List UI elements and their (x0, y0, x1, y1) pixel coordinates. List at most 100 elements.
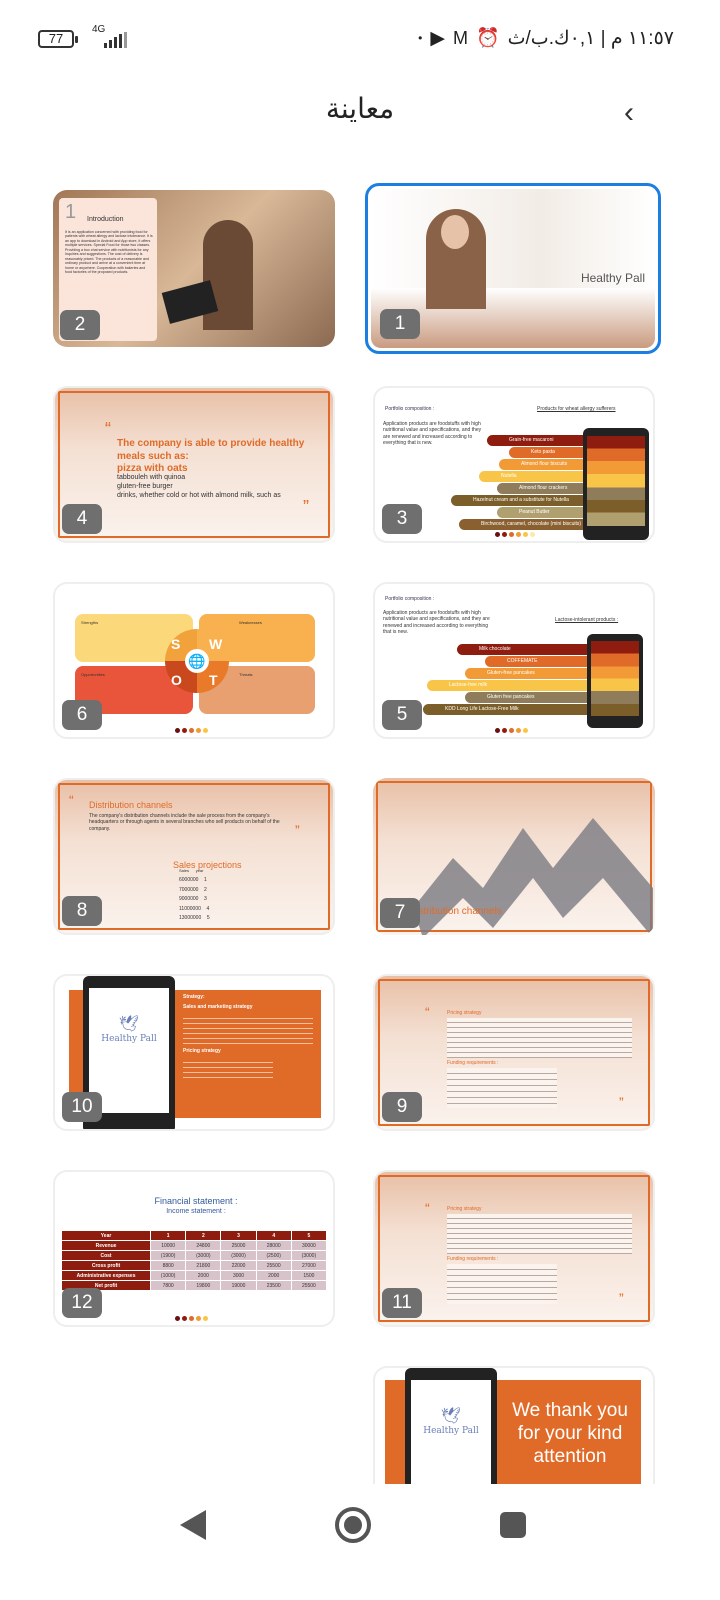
table-cell: 4 (256, 1231, 291, 1240)
slide-subheading: Pricing strategy (183, 1048, 221, 1054)
slide-heading: Portfolio composition : (385, 596, 435, 602)
table-row: Net profit 7800 19800 19000 23500 25500 (62, 1281, 326, 1290)
slide-thumb-11[interactable]: “ Pricing strategy Funding requirements … (373, 1170, 655, 1327)
phone-graphic: 🕊 Healthy Pall (405, 1368, 497, 1486)
swot-letter: W (209, 636, 223, 652)
slide-title: Distribution channels (409, 906, 502, 917)
slide-thumb-10[interactable]: 🕊 Healthy Pall Strategy: Sales and marke… (53, 974, 335, 1131)
slide-body: Application products are foodstuffs with… (383, 610, 490, 635)
table-cell: (2500) (256, 1251, 291, 1260)
slide-subtitle: Lactose-intolerant products : (555, 617, 619, 623)
slide-number: 2 (60, 310, 100, 340)
cell: 4 (206, 905, 210, 912)
cell: 6000000 (179, 877, 199, 883)
home-icon[interactable] (334, 1506, 372, 1544)
slide-number: 5 (382, 700, 422, 730)
back-icon[interactable] (176, 1508, 210, 1542)
logo-bird-icon: 🕊 (440, 1408, 462, 1425)
table-cell: 24800 (186, 1241, 221, 1250)
list-item: drinks, whether cold or hot with almond … (117, 491, 281, 499)
slide-thumb-5[interactable]: Portfolio composition : Application prod… (373, 582, 655, 739)
dot-icon: • (418, 31, 423, 45)
slide-body: It is an application concerned with prov… (65, 230, 153, 275)
table-cell: 2000 (186, 1271, 221, 1280)
phone-graphic (587, 634, 643, 728)
play-icon: ▶ (430, 27, 445, 49)
table-cell: 7800 (151, 1281, 186, 1290)
globe-icon: 🌐 (185, 649, 209, 673)
table-cell: Year (62, 1231, 151, 1240)
table-cell: 25500 (291, 1281, 326, 1290)
table-cell: 3000 (221, 1271, 256, 1280)
list-item: Keto pasta (509, 447, 589, 458)
table-cell: 23500 (256, 1281, 291, 1290)
slide-title: Distribution channels (89, 800, 173, 810)
cell: 3 (204, 896, 207, 902)
table-cell: 25000 (221, 1241, 256, 1250)
list-item: Grain-free macaroni (487, 435, 587, 446)
slide-heading: Pricing strategy (447, 1206, 482, 1212)
slide-heading: Strategy: (183, 994, 205, 1000)
table-row: Year 1 2 3 4 5 (62, 1231, 326, 1240)
slide-number: 6 (62, 700, 102, 730)
table-cell: 10000 (151, 1241, 186, 1250)
slide-title: The company is able to provide healthy m… (117, 438, 305, 462)
slide-heading: Pricing strategy (447, 1010, 482, 1016)
slide-thumb-1[interactable]: Healthy Pall 1 (365, 183, 661, 354)
slide-thumb-12[interactable]: Financial statement : Income statement :… (53, 1170, 335, 1327)
slide-thumb-2[interactable]: 1 Introduction It is an application conc… (53, 190, 335, 347)
cell: 1 (204, 877, 207, 883)
table-row: Cost (1900) (3000) (3000) (2500) (3000) (62, 1251, 326, 1260)
slide-thumb-6[interactable]: Strengths Weaknesses Opportunities Threa… (53, 582, 335, 739)
list-item: tabbouleh with quinoa (117, 474, 186, 481)
slide-number: 4 (62, 504, 102, 534)
recents-icon[interactable] (499, 1511, 527, 1539)
list-item: Birchwood, caramel, chocolate (mini bisc… (459, 519, 589, 530)
slide-subtitle: Products for wheat allergy sufferers (537, 406, 616, 412)
alarm-icon: ⏰ (475, 28, 500, 49)
slide-number: 1 (380, 309, 420, 339)
slide-title: Healthy Pall (580, 271, 645, 285)
table-row: Administrative expenses (1000) 2000 3000 200… (62, 1271, 326, 1280)
table-cell: 5 (291, 1231, 326, 1240)
slide-thumb-3[interactable]: Portfolio composition : Products for whe… (373, 386, 655, 543)
slide-number: 7 (380, 898, 420, 928)
table-cell: 27000 (291, 1261, 326, 1270)
slide-thumb-4[interactable]: “ The company is able to provide healthy… (53, 386, 335, 543)
slide-heading: Portfolio composition : (385, 406, 435, 412)
table-cell: 2 (186, 1231, 221, 1240)
cell: 11000000 (179, 905, 201, 912)
table-cell: 22000 (221, 1261, 256, 1270)
cell: 13000000 (179, 915, 202, 921)
list-item: Nutella (479, 471, 589, 482)
table-cell: 1 (151, 1231, 186, 1240)
slide-title: Financial statement : (154, 1196, 238, 1206)
slide-heading: 1 (65, 201, 77, 223)
slide-thumb-8[interactable]: “ Distribution channels The company's di… (53, 778, 335, 935)
table-cell: (1000) (151, 1271, 186, 1280)
table-cell: 25500 (256, 1261, 291, 1270)
table-cell: 2000 (256, 1271, 291, 1280)
cell: 7000000 (179, 886, 199, 893)
swot-letter: T (209, 672, 218, 688)
gmail-icon: M (452, 27, 468, 48)
table-cell: Revenue (62, 1241, 151, 1250)
slide-thumb-9[interactable]: “ Pricing strategy Funding requirements … (373, 974, 655, 1131)
slide-number: 8 (62, 896, 102, 926)
slide-thumb-13[interactable]: 🕊 Healthy Pall We thank you for your kin… (373, 1366, 655, 1486)
swot-label: Weaknesses (239, 620, 262, 625)
slide-thumb-7[interactable]: Distribution channels 7 (373, 778, 655, 935)
slide-title: We thank you for your kind attention (512, 1400, 628, 1467)
swot-label: Strengths (81, 620, 99, 625)
cell: 5 (206, 915, 210, 921)
table-cell: 1500 (291, 1271, 326, 1280)
col-header: year (195, 868, 204, 873)
swot-label: Opportunities (81, 672, 105, 677)
table-row: Cross profit 8800 21800 22000 25500 27000 (62, 1261, 326, 1270)
slide-number: 12 (62, 1288, 102, 1318)
cell: 2 (204, 886, 207, 893)
slide-subheading: Funding requirements : (447, 1060, 499, 1066)
table-cell: 21800 (186, 1261, 221, 1270)
table-cell: (1900) (151, 1251, 186, 1260)
income-table: Year 1 2 3 4 5 Revenue 10000 24800 25000 28000 3000… (61, 1230, 327, 1291)
